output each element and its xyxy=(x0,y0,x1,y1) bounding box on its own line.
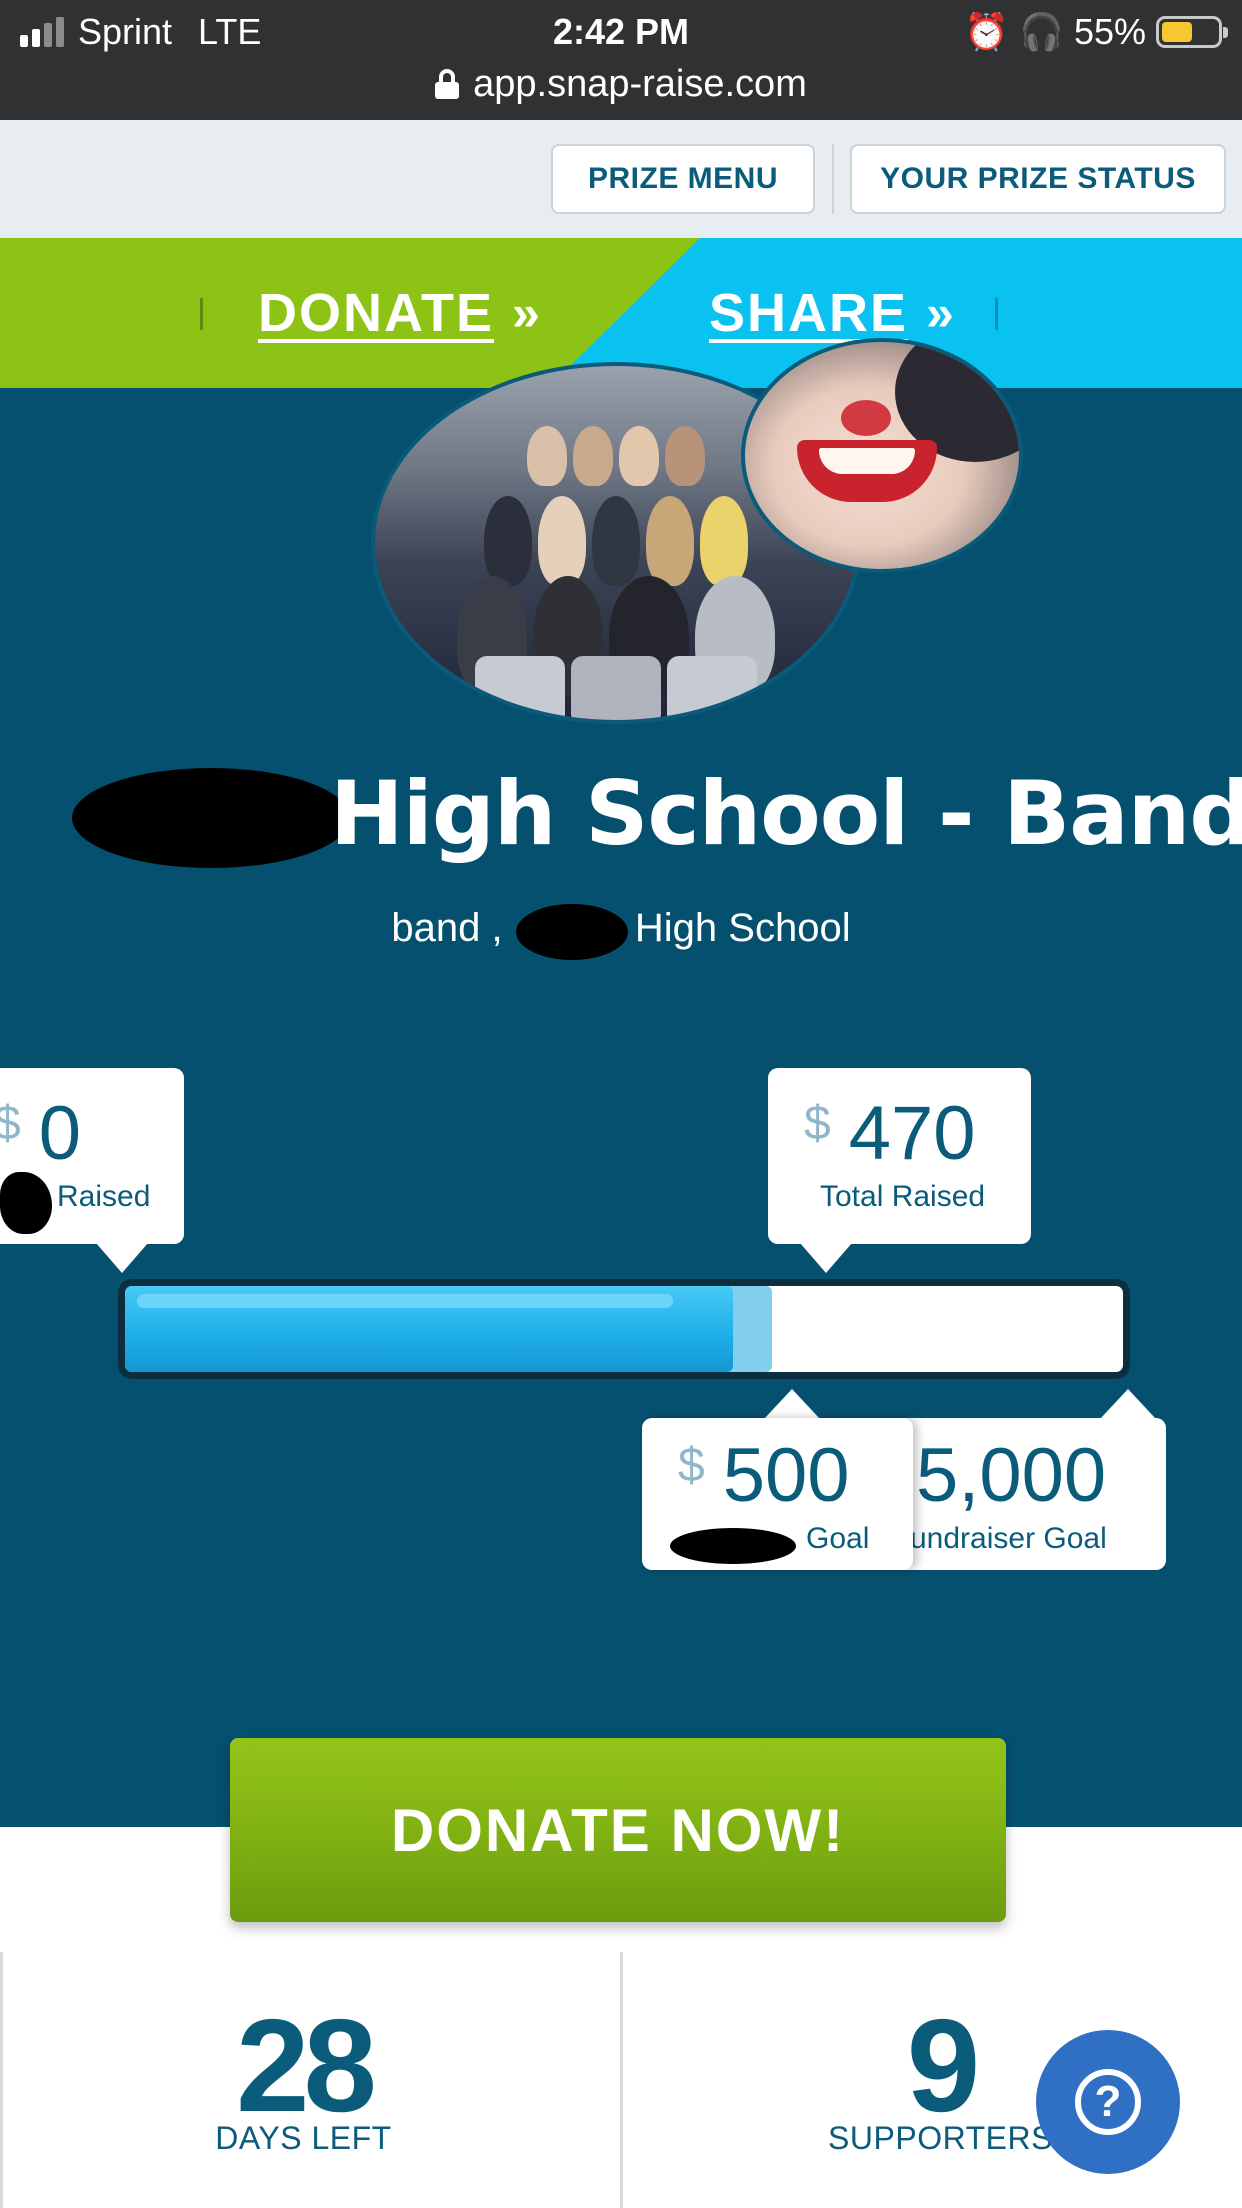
personal-goal-value: 500 xyxy=(722,1433,850,1518)
banner-separator xyxy=(200,298,203,330)
currency-symbol: $ xyxy=(678,1439,705,1492)
status-bar: Sprint LTE 2:42 PM ⏰ 🎧 55% app.snap-rais… xyxy=(0,0,1242,120)
redaction-mark xyxy=(72,768,350,868)
total-raised-label: Total Raised xyxy=(820,1180,986,1213)
fundraiser-goal-amount: 5,000 xyxy=(916,1432,1106,1519)
chevron-right-icon: » xyxy=(512,285,542,341)
progress-fill xyxy=(125,1286,733,1372)
personal-raised-amount: $ 0 xyxy=(0,1090,81,1177)
headphones-icon: 🎧 xyxy=(1019,11,1064,52)
alarm-icon: ⏰ xyxy=(964,11,1010,52)
currency-symbol: $ xyxy=(0,1097,21,1150)
share-link-label[interactable]: SHARE xyxy=(709,282,908,344)
share-link[interactable]: SHARE » xyxy=(709,276,956,350)
progress-bar xyxy=(118,1279,1130,1379)
redaction-mark xyxy=(670,1528,796,1564)
battery-fill xyxy=(1162,22,1192,42)
donate-now-button[interactable]: DONATE NOW! xyxy=(230,1738,1006,1922)
days-left-label: DAYS LEFT xyxy=(215,2120,392,2156)
total-raised-bubble: $ 470 Total Raised xyxy=(768,1068,1031,1244)
lock-icon xyxy=(435,69,460,99)
bubble-pointer xyxy=(1100,1389,1156,1419)
redaction-mark xyxy=(516,904,628,960)
address-bar[interactable]: app.snap-raise.com xyxy=(0,56,1242,112)
total-raised-amount: $ 470 xyxy=(804,1090,976,1177)
prize-menu-button[interactable]: PRIZE MENU xyxy=(551,144,815,214)
campaign-title: High School - Band xyxy=(330,762,1242,865)
bubble-pointer xyxy=(96,1243,148,1273)
url-text[interactable]: app.snap-raise.com xyxy=(473,63,807,106)
banner-separator xyxy=(995,298,998,330)
battery-percent: 55% xyxy=(1073,11,1146,52)
donate-link-label[interactable]: DONATE xyxy=(258,282,494,344)
photo-teeth xyxy=(819,448,915,474)
fundraiser-goal-value: 5,000 xyxy=(916,1433,1107,1518)
personal-goal-label: Goal xyxy=(806,1522,870,1555)
total-raised-value: 470 xyxy=(848,1091,976,1176)
personal-raised-value: 0 xyxy=(38,1091,81,1176)
photo-nose xyxy=(841,400,891,436)
currency-symbol: $ xyxy=(804,1097,831,1150)
subtitle-prefix: band , xyxy=(391,906,503,950)
prize-bar: PRIZE MENU YOUR PRIZE STATUS xyxy=(0,120,1242,238)
status-right: ⏰ 🎧 55% xyxy=(964,8,1228,56)
prize-divider xyxy=(832,144,834,214)
subtitle-suffix: High School xyxy=(634,906,851,950)
help-button[interactable]: ? xyxy=(1036,2030,1180,2174)
help-icon: ? xyxy=(1075,2069,1141,2135)
fundraiser-goal-label: undraiser Goal xyxy=(910,1522,1107,1555)
photo-drums xyxy=(375,656,857,720)
days-left-value: 28 xyxy=(236,1992,377,2139)
prize-status-button[interactable]: YOUR PRIZE STATUS xyxy=(850,144,1226,214)
bubble-pointer xyxy=(800,1243,852,1273)
days-left-stat: 28 DAYS LEFT xyxy=(0,1952,620,2208)
profile-photo xyxy=(741,338,1023,573)
personal-goal-amount: $ 500 xyxy=(678,1432,850,1519)
bubble-pointer xyxy=(764,1389,820,1419)
personal-raised-label: Raised xyxy=(57,1180,151,1213)
chevron-right-icon: » xyxy=(926,285,956,341)
donate-link[interactable]: DONATE » xyxy=(258,276,542,350)
battery-icon xyxy=(1156,16,1228,48)
